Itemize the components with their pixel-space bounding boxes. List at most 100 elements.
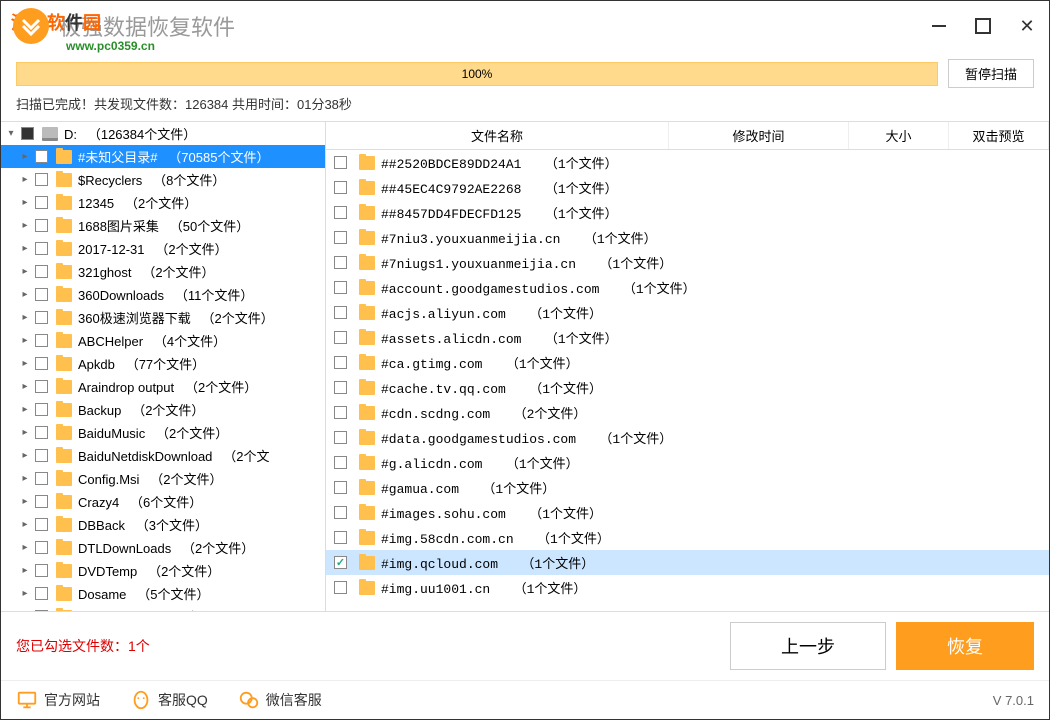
tree-checkbox[interactable] — [35, 357, 48, 370]
list-row[interactable]: #images.sohu.com （1个文件） — [326, 500, 1049, 525]
expand-icon[interactable]: ▸ — [19, 289, 31, 300]
expand-icon[interactable]: ▸ — [19, 243, 31, 254]
tree-checkbox[interactable] — [35, 472, 48, 485]
tree-checkbox[interactable] — [35, 265, 48, 278]
expand-icon[interactable]: ▸ — [19, 312, 31, 323]
list-checkbox[interactable] — [334, 506, 347, 519]
tree-root[interactable]: ▾ D: （126384个文件） — [1, 122, 325, 145]
list-row[interactable]: #img.uu1001.cn （1个文件） — [326, 575, 1049, 600]
tree-item[interactable]: ▸ #未知父目录# （70585个文件） — [1, 145, 325, 168]
expand-icon[interactable]: ▸ — [19, 358, 31, 369]
tree-item[interactable]: ▸ Apkdb （77个文件） — [1, 352, 325, 375]
recover-button[interactable]: 恢复 — [896, 622, 1034, 670]
expand-icon[interactable]: ▸ — [19, 151, 31, 162]
list-row[interactable]: #account.goodgamestudios.com （1个文件） — [326, 275, 1049, 300]
list-row[interactable]: #gamua.com （1个文件） — [326, 475, 1049, 500]
expand-icon[interactable]: ▸ — [19, 542, 31, 553]
maximize-button[interactable] — [971, 14, 995, 38]
tree-checkbox[interactable] — [35, 518, 48, 531]
tree-checkbox[interactable] — [21, 127, 34, 140]
expand-icon[interactable]: ▸ — [19, 565, 31, 576]
expand-icon[interactable]: ▸ — [19, 473, 31, 484]
list-checkbox[interactable] — [334, 356, 347, 369]
folder-tree[interactable]: ▾ D: （126384个文件） ▸ #未知父目录# （70585个文件）▸ $… — [1, 122, 326, 611]
list-checkbox[interactable] — [334, 281, 347, 294]
list-checkbox[interactable] — [334, 531, 347, 544]
expand-icon[interactable]: ▾ — [5, 128, 17, 139]
list-row[interactable]: ##45EC4C9792AE2268 （1个文件） — [326, 175, 1049, 200]
list-checkbox[interactable] — [334, 156, 347, 169]
tree-item[interactable]: ▸ Dosame （5个文件） — [1, 582, 325, 605]
tree-checkbox[interactable] — [35, 449, 48, 462]
list-row[interactable]: #img.58cdn.com.cn （1个文件） — [326, 525, 1049, 550]
list-row[interactable]: #ca.gtimg.com （1个文件） — [326, 350, 1049, 375]
expand-icon[interactable]: ▸ — [19, 197, 31, 208]
col-time[interactable]: 修改时间 — [669, 122, 849, 149]
expand-icon[interactable]: ▸ — [19, 496, 31, 507]
prev-button[interactable]: 上一步 — [730, 622, 886, 670]
col-preview[interactable]: 双击预览 — [949, 122, 1049, 149]
list-checkbox[interactable] — [334, 381, 347, 394]
tree-checkbox[interactable] — [35, 380, 48, 393]
list-row[interactable]: #assets.alicdn.com （1个文件） — [326, 325, 1049, 350]
expand-icon[interactable]: ▸ — [19, 519, 31, 530]
list-checkbox[interactable] — [334, 231, 347, 244]
tree-checkbox[interactable] — [35, 173, 48, 186]
list-checkbox[interactable] — [334, 456, 347, 469]
list-row[interactable]: #img.qcloud.com （1个文件） — [326, 550, 1049, 575]
tree-checkbox[interactable] — [35, 610, 48, 611]
tree-item[interactable]: ▸ Downloads （2个文件） — [1, 605, 325, 611]
tree-checkbox[interactable] — [35, 242, 48, 255]
list-row[interactable]: #cache.tv.qq.com （1个文件） — [326, 375, 1049, 400]
list-checkbox[interactable] — [334, 581, 347, 594]
list-checkbox[interactable] — [334, 406, 347, 419]
list-row[interactable]: #acjs.aliyun.com （1个文件） — [326, 300, 1049, 325]
tree-item[interactable]: ▸ $Recyclers （8个文件） — [1, 168, 325, 191]
tree-item[interactable]: ▸ DVDTemp （2个文件） — [1, 559, 325, 582]
expand-icon[interactable]: ▸ — [19, 220, 31, 231]
tree-item[interactable]: ▸ 360极速浏览器下载 （2个文件） — [1, 306, 325, 329]
col-size[interactable]: 大小 — [849, 122, 949, 149]
expand-icon[interactable]: ▸ — [19, 450, 31, 461]
tree-checkbox[interactable] — [35, 334, 48, 347]
tree-item[interactable]: ▸ Araindrop output （2个文件） — [1, 375, 325, 398]
qq-link[interactable]: 客服QQ — [130, 689, 208, 711]
list-row[interactable]: #7niu3.youxuanmeijia.cn （1个文件） — [326, 225, 1049, 250]
list-checkbox[interactable] — [334, 306, 347, 319]
list-checkbox[interactable] — [334, 331, 347, 344]
pause-scan-button[interactable]: 暂停扫描 — [948, 59, 1034, 88]
list-checkbox[interactable] — [334, 181, 347, 194]
list-checkbox[interactable] — [334, 206, 347, 219]
tree-checkbox[interactable] — [35, 495, 48, 508]
list-row[interactable]: #data.goodgamestudios.com （1个文件） — [326, 425, 1049, 450]
tree-checkbox[interactable] — [35, 541, 48, 554]
tree-item[interactable]: ▸ BaiduNetdiskDownload （2个文 — [1, 444, 325, 467]
list-row[interactable]: #g.alicdn.com （1个文件） — [326, 450, 1049, 475]
expand-icon[interactable]: ▸ — [19, 427, 31, 438]
tree-checkbox[interactable] — [35, 426, 48, 439]
expand-icon[interactable]: ▸ — [19, 588, 31, 599]
list-checkbox[interactable] — [334, 556, 347, 569]
tree-checkbox[interactable] — [35, 311, 48, 324]
tree-item[interactable]: ▸ Crazy4 （6个文件） — [1, 490, 325, 513]
tree-item[interactable]: ▸ DTLDownLoads （2个文件） — [1, 536, 325, 559]
tree-checkbox[interactable] — [35, 196, 48, 209]
tree-item[interactable]: ▸ Backup （2个文件） — [1, 398, 325, 421]
tree-checkbox[interactable] — [35, 288, 48, 301]
tree-checkbox[interactable] — [35, 564, 48, 577]
tree-item[interactable]: ▸ Config.Msi （2个文件） — [1, 467, 325, 490]
list-row[interactable]: #7niugs1.youxuanmeijia.cn （1个文件） — [326, 250, 1049, 275]
minimize-button[interactable] — [927, 14, 951, 38]
list-row[interactable]: ##2520BDCE89DD24A1 （1个文件） — [326, 150, 1049, 175]
website-link[interactable]: 官方网站 — [16, 689, 100, 711]
tree-item[interactable]: ▸ 2017-12-31 （2个文件） — [1, 237, 325, 260]
tree-item[interactable]: ▸ 360Downloads （11个文件） — [1, 283, 325, 306]
tree-item[interactable]: ▸ DBBack （3个文件） — [1, 513, 325, 536]
wechat-link[interactable]: 微信客服 — [238, 689, 322, 711]
expand-icon[interactable]: ▸ — [19, 335, 31, 346]
tree-item[interactable]: ▸ 321ghost （2个文件） — [1, 260, 325, 283]
list-checkbox[interactable] — [334, 431, 347, 444]
close-button[interactable] — [1015, 14, 1039, 38]
tree-checkbox[interactable] — [35, 587, 48, 600]
file-list[interactable]: ##2520BDCE89DD24A1 （1个文件） ##45EC4C9792AE… — [326, 150, 1049, 611]
